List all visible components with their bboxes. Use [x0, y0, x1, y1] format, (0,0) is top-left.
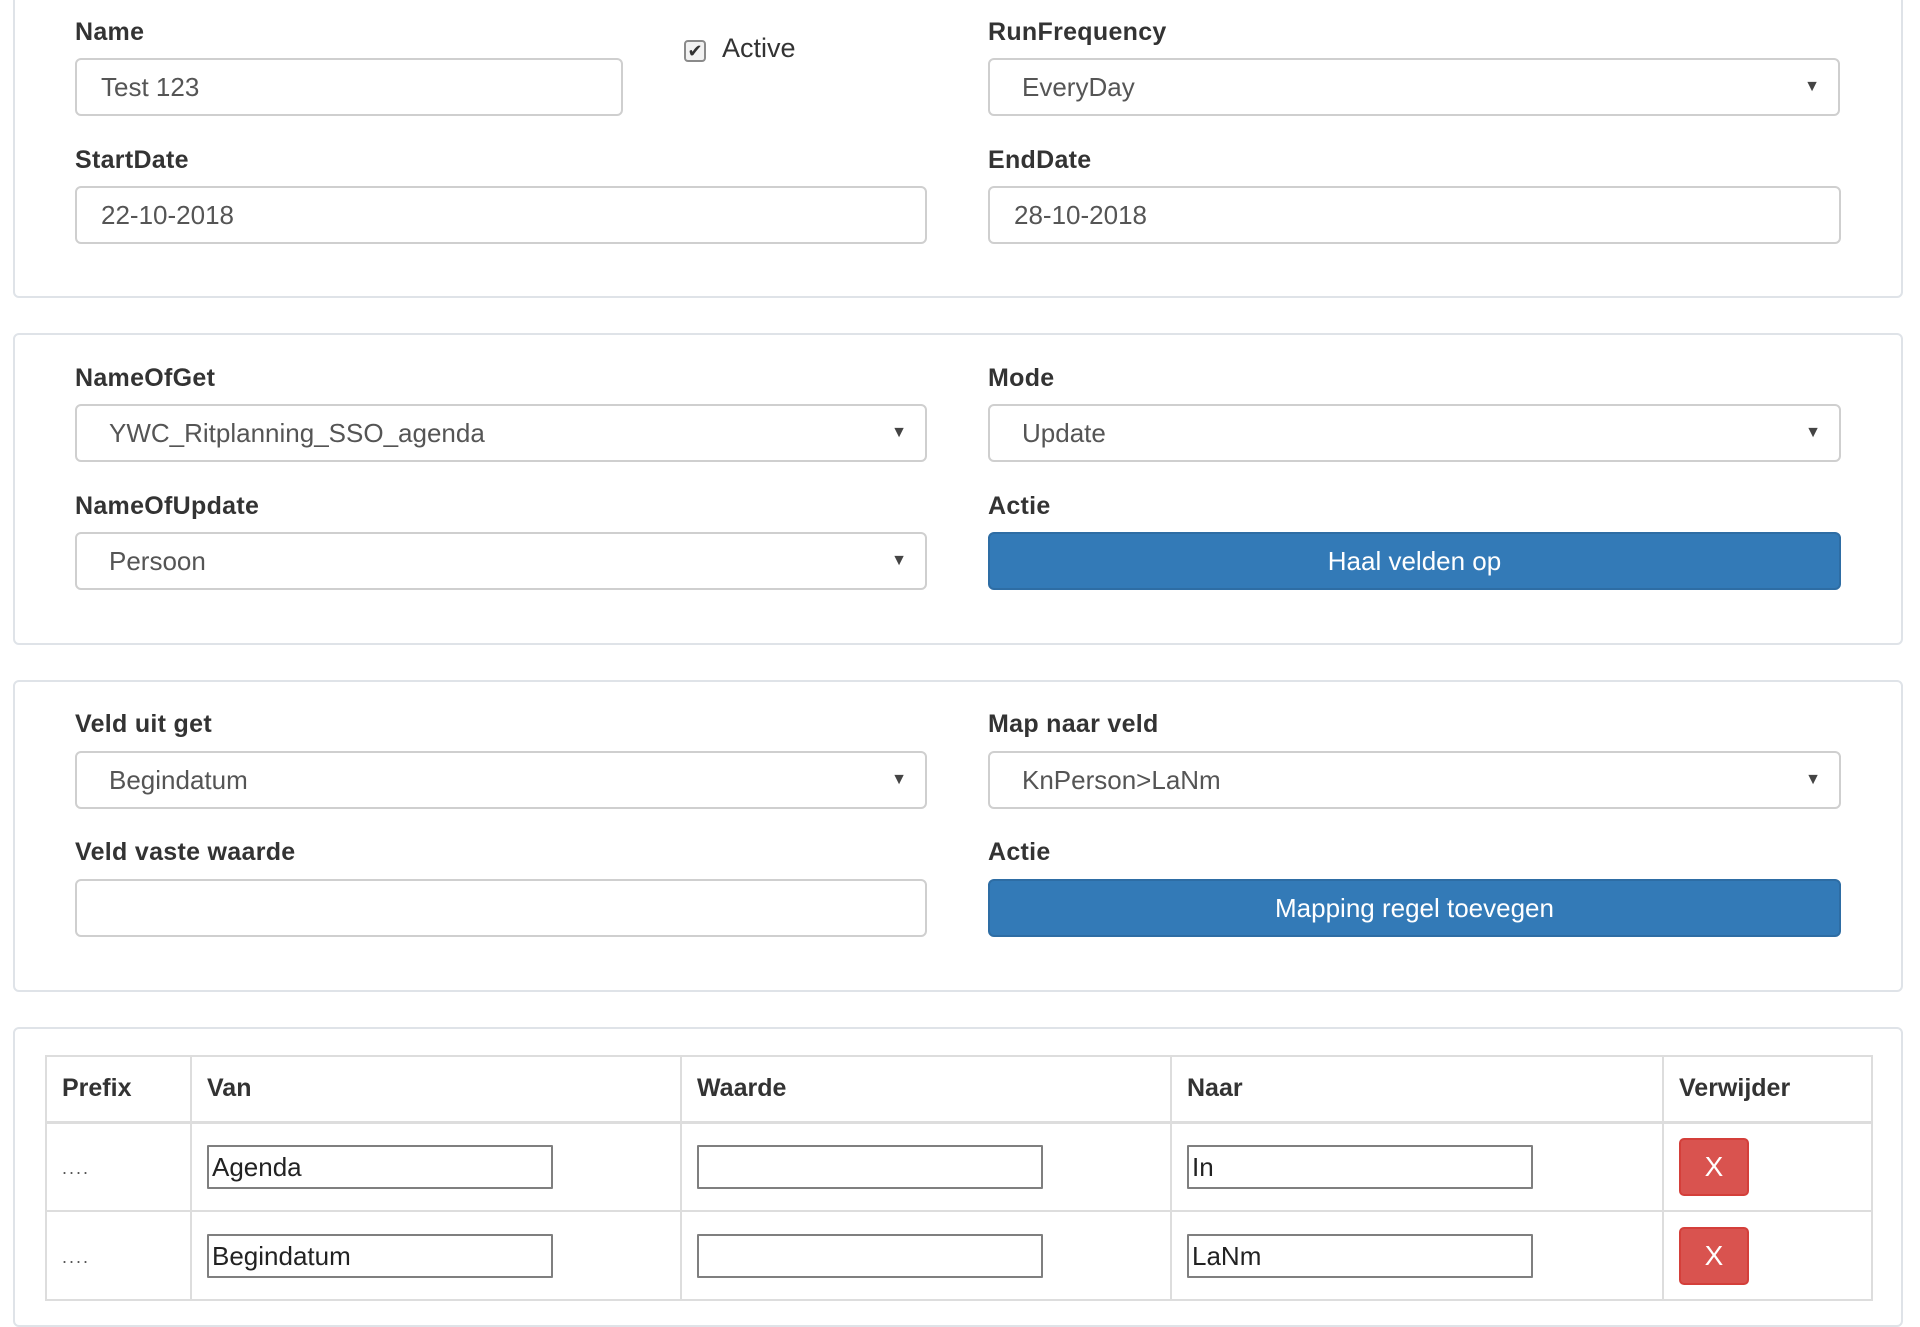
caret-down-icon: ▼ — [891, 424, 907, 441]
nameofget-select[interactable]: YWC_Ritplanning_SSO_agenda ▼ — [75, 404, 927, 462]
actie-label: Actie — [988, 492, 1051, 520]
veld-uit-get-select[interactable]: Begindatum ▼ — [75, 751, 927, 809]
van-input[interactable]: Agenda — [207, 1144, 553, 1189]
mode-label: Mode — [988, 364, 1055, 392]
nameofupdate-value: Persoon — [109, 546, 206, 576]
runfrequency-select[interactable]: EveryDay ▼ — [988, 58, 1840, 116]
x-icon: X — [1704, 1150, 1724, 1182]
name-input[interactable]: Test 123 — [75, 58, 623, 116]
column-header-waarde: Waarde — [680, 1055, 1172, 1124]
column-header-naar: Naar — [1170, 1055, 1664, 1124]
mapping-actie-label: Actie — [988, 838, 1051, 866]
x-icon: X — [1704, 1239, 1724, 1271]
nameofupdate-select[interactable]: Persoon ▼ — [75, 532, 927, 590]
delete-button[interactable]: X — [1679, 1137, 1749, 1196]
runfrequency-value: EveryDay — [1022, 72, 1135, 102]
caret-down-icon: ▼ — [1805, 424, 1821, 441]
startdate-label: StartDate — [75, 146, 189, 174]
table-row: .... Begindatum LaNm X — [45, 1210, 1873, 1301]
mapping-table: Prefix Van Waarde Naar Verwijder .... Ag… — [45, 1055, 1873, 1301]
veld-vaste-waarde-label: Veld vaste waarde — [75, 838, 296, 866]
prefix-cell: .... — [62, 1157, 91, 1178]
van-input[interactable]: Begindatum — [207, 1233, 553, 1278]
active-label: Active — [722, 33, 796, 63]
waarde-input[interactable] — [697, 1144, 1043, 1189]
fetch-fields-button[interactable]: Haal velden op — [988, 532, 1841, 590]
name-label: Name — [75, 18, 145, 46]
table-header-row: Prefix Van Waarde Naar Verwijder — [45, 1055, 1873, 1124]
prefix-cell: .... — [62, 1246, 91, 1267]
veld-uit-get-value: Begindatum — [109, 765, 248, 795]
caret-down-icon: ▼ — [1804, 78, 1820, 95]
nameofget-label: NameOfGet — [75, 364, 216, 392]
mode-select[interactable]: Update ▼ — [988, 404, 1841, 462]
map-naar-veld-label: Map naar veld — [988, 710, 1159, 738]
naar-input[interactable]: LaNm — [1187, 1233, 1533, 1278]
column-header-van: Van — [190, 1055, 682, 1124]
nameofupdate-label: NameOfUpdate — [75, 492, 260, 520]
general-settings-panel — [13, 0, 1903, 298]
column-header-verwijder: Verwijder — [1662, 1055, 1873, 1124]
map-naar-veld-value: KnPerson>LaNm — [1022, 765, 1221, 795]
enddate-label: EndDate — [988, 146, 1092, 174]
veld-uit-get-label: Veld uit get — [75, 710, 212, 738]
veld-vaste-waarde-input[interactable] — [75, 879, 927, 937]
caret-down-icon: ▼ — [1805, 771, 1821, 788]
delete-button[interactable]: X — [1679, 1226, 1749, 1285]
table-row: .... Agenda In X — [45, 1121, 1873, 1212]
connector-panel — [13, 333, 1903, 645]
add-mapping-button[interactable]: Mapping regel toevegen — [988, 879, 1841, 937]
mode-value: Update — [1022, 418, 1106, 448]
runfrequency-label: RunFrequency — [988, 18, 1167, 46]
startdate-input[interactable]: 22-10-2018 — [75, 186, 927, 244]
enddate-input[interactable]: 28-10-2018 — [988, 186, 1841, 244]
active-checkbox[interactable]: ✔ — [684, 40, 706, 62]
map-naar-veld-select[interactable]: KnPerson>LaNm ▼ — [988, 751, 1841, 809]
caret-down-icon: ▼ — [891, 552, 907, 569]
caret-down-icon: ▼ — [891, 771, 907, 788]
naar-input[interactable]: In — [1187, 1144, 1533, 1189]
waarde-input[interactable] — [697, 1233, 1043, 1278]
column-header-prefix: Prefix — [45, 1055, 192, 1124]
nameofget-value: YWC_Ritplanning_SSO_agenda — [109, 418, 485, 448]
checkmark-icon: ✔ — [687, 41, 703, 61]
mapping-panel — [13, 680, 1903, 992]
